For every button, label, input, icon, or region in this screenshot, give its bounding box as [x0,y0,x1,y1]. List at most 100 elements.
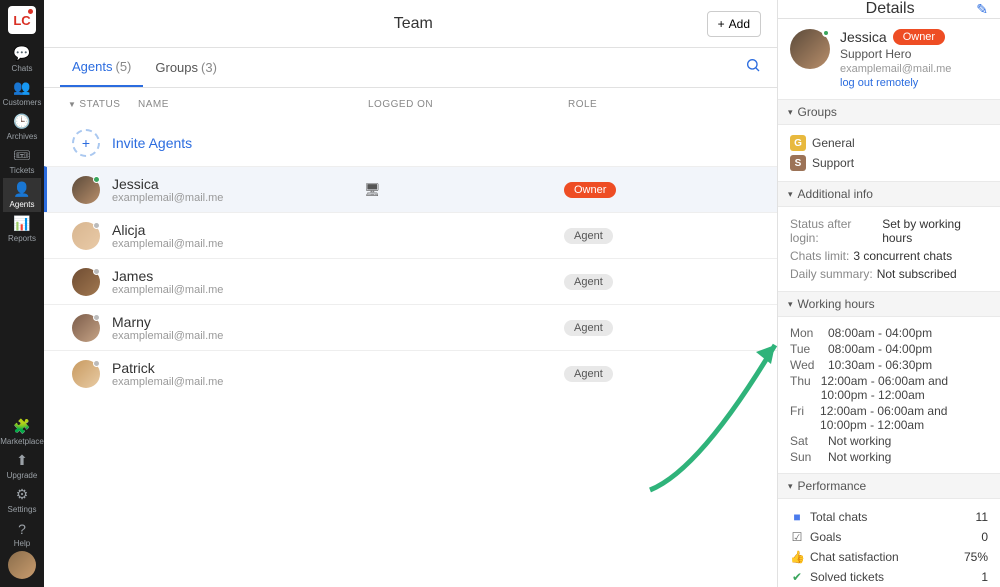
logout-remotely-link[interactable]: log out remotely [840,77,951,89]
nav-upgrade[interactable]: ⬆ Upgrade [0,449,44,483]
agent-row[interactable]: Alicja examplemail@mail.me Agent [44,212,777,258]
nav-label: Marketplace [0,437,44,446]
nav-label: Upgrade [7,471,38,480]
nav-settings[interactable]: ⚙Settings [0,483,44,517]
nav-chats[interactable]: 💬Chats [3,42,42,76]
add-button[interactable]: +Add [707,11,761,37]
chevron-down-icon: ▾ [788,481,793,492]
info-value: Not subscribed [877,267,957,281]
plus-icon: + [72,129,100,157]
metric-label: Solved tickets [810,570,975,584]
hours-row: Wed 10:30am - 06:30pm [790,357,988,373]
logged-on: 🖥 [364,182,564,198]
details-name: Jessica [840,29,887,45]
hours-range: 10:30am - 06:30pm [828,358,932,372]
nav-label: Settings [8,505,37,514]
details-email: examplemail@mail.me [840,63,951,75]
agent-name: Jessica [112,176,364,192]
archives-icon: 🕒 [13,113,30,130]
agent-email: examplemail@mail.me [112,192,364,204]
metric-value: 11 [976,510,988,524]
section-groups[interactable]: ▾Groups [778,99,1000,125]
owner-badge: Owner [893,29,945,45]
perf-row: ☑Goals0 [790,527,988,547]
invite-row[interactable]: + Invite Agents [44,120,777,166]
col-status[interactable]: ▼STATUS [68,99,138,110]
section-working-hours[interactable]: ▾Working hours [778,291,1000,317]
hours-row: Thu12:00am - 06:00am and 10:00pm - 12:00… [790,373,988,403]
tab-groups[interactable]: Groups(3) [143,48,229,87]
hours-range: Not working [828,434,891,448]
nav-archives[interactable]: 🕒Archives [3,110,42,144]
metric-icon: ✔ [790,570,804,584]
section-performance[interactable]: ▾Performance [778,473,1000,499]
group-color-icon: S [790,155,806,171]
agent-name: James [112,268,364,284]
col-name[interactable]: NAME [138,99,368,110]
nav-reports[interactable]: 📊 Reports [3,212,42,246]
col-logged[interactable]: LOGGED ON [368,99,568,110]
agent-name: Patrick [112,360,364,376]
app-sidebar: LC 💬Chats👥Customers🕒Archives🎟Tickets👤Age… [0,0,44,587]
hours-day: Tue [790,342,818,356]
nav-tickets[interactable]: 🎟Tickets [3,144,42,178]
chevron-down-icon: ▾ [788,299,793,310]
role-badge: Agent [564,228,613,244]
nav-marketplace[interactable]: 🧩Marketplace [0,415,44,449]
hours-range: 08:00am - 04:00pm [828,342,932,356]
details-avatar [790,29,830,69]
section-addl-info[interactable]: ▾Additional info [778,181,1000,207]
page-title: Team [120,15,707,33]
hours-day: Thu [790,374,811,402]
edit-icon[interactable]: ✎ [976,1,988,18]
upgrade-icon: ⬆ [16,452,28,469]
details-title: Details [804,0,976,18]
search-icon[interactable] [745,57,761,78]
hours-day: Wed [790,358,818,372]
col-role[interactable]: ROLE [568,99,753,110]
nav-help[interactable]: ?Help [0,517,44,551]
group-name: General [812,136,855,150]
role-badge: Owner [564,182,616,198]
group-name: Support [812,156,854,170]
metric-value: 75% [964,550,988,564]
hours-day: Fri [790,404,810,432]
role-badge: Agent [564,320,613,336]
hours-range: 08:00am - 04:00pm [828,326,932,340]
agent-email: examplemail@mail.me [112,376,364,388]
group-item[interactable]: S Support [790,153,988,173]
agent-row[interactable]: Marny examplemail@mail.me Agent [44,304,777,350]
current-user-avatar[interactable] [8,551,36,579]
perf-row: ■Total chats11 [790,507,988,527]
agents-icon: 👤 [13,181,30,198]
status-dot [93,268,100,275]
agent-row[interactable]: James examplemail@mail.me Agent [44,258,777,304]
tabs-bar: Agents(5) Groups(3) [44,48,777,88]
page-header: Team +Add [44,0,777,48]
metric-label: Chat satisfaction [810,550,958,564]
agent-row[interactable]: Patrick examplemail@mail.me Agent [44,350,777,396]
help-icon: ? [18,521,26,537]
info-value: Set by working hours [882,217,988,245]
perf-row: ✔ Solved tickets 1 [790,567,988,587]
agent-email: examplemail@mail.me [112,284,364,296]
nav-label: Agents [10,200,35,209]
info-row: Chats limit:3 concurrent chats [790,247,988,265]
metric-value: 0 [981,530,988,544]
nav-customers[interactable]: 👥Customers [3,76,42,110]
status-dot [93,314,100,321]
invite-agents-link[interactable]: Invite Agents [112,135,364,151]
agent-row[interactable]: Jessica examplemail@mail.me 🖥 Owner [44,166,777,212]
nav-label: Reports [8,234,36,243]
nav-label: Tickets [9,166,34,175]
status-dot [93,360,100,367]
info-key: Status after login: [790,217,878,245]
reports-icon: 📊 [13,215,30,232]
group-item[interactable]: GGeneral [790,133,988,153]
metric-value: 1 [981,570,988,584]
nav-agents[interactable]: 👤 Agents [3,178,42,212]
details-role: Support Hero [840,47,951,61]
tab-agents[interactable]: Agents(5) [60,48,143,87]
customers-icon: 👥 [13,79,30,96]
details-panel: Details ✎ Jessica Owner Support Hero exa… [778,0,1000,587]
